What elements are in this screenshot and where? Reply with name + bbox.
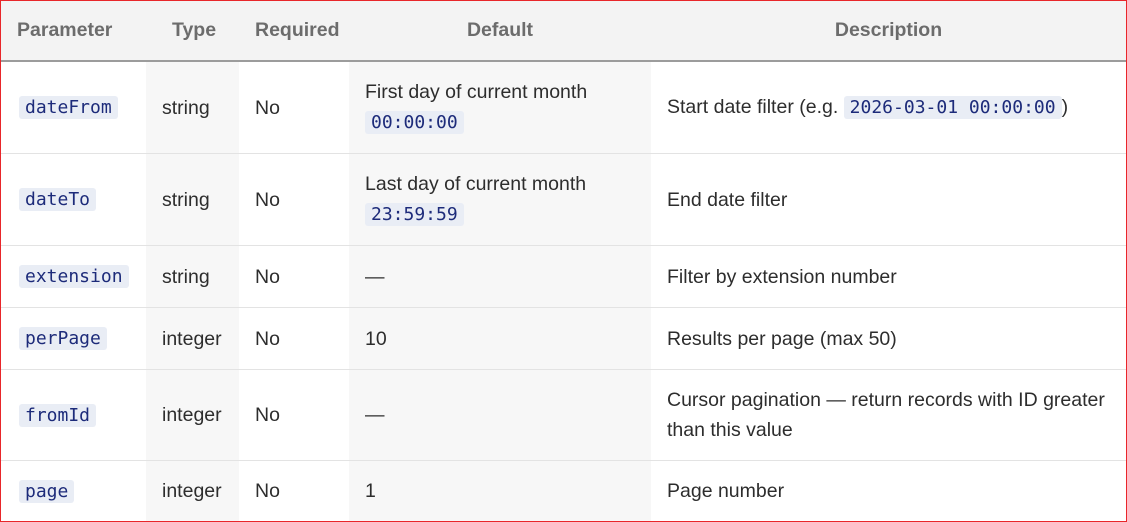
param-name-cell: dateTo [1,153,146,246]
param-type: integer [146,369,239,461]
param-name: dateTo [19,188,97,211]
default-code: 23:59:59 [365,203,464,226]
param-description: Page number [651,460,1126,521]
description-suffix: ) [1061,96,1069,118]
param-default: 10 [349,307,651,370]
column-header-type: Type [146,1,239,62]
default-text: Last day of current month [365,173,587,195]
column-header-default: Default [349,1,651,62]
header-row: Parameter Type Required Default Descript… [1,1,1126,62]
table-row: fromId integer No — Cursor pagination — … [1,369,1126,461]
param-required: No [239,153,349,246]
param-name-cell: page [1,460,146,521]
default-code: 00:00:00 [365,111,464,134]
description-text: Start date filter (e.g. [667,96,839,118]
parameters-table: Parameter Type Required Default Descript… [1,1,1126,521]
param-name: page [19,479,75,503]
param-description: Results per page (max 50) [651,307,1126,370]
table-header: Parameter Type Required Default Descript… [1,1,1126,62]
table-row: dateTo string No Last day of current mon… [1,153,1126,246]
table-body: dateFrom string No First day of current … [1,61,1126,521]
param-required: No [239,460,349,521]
default-text: First day of current month [365,81,588,103]
param-description: Start date filter (e.g. 2026-03-01 00:00… [651,61,1126,154]
param-default: — [349,245,651,308]
table-row: page integer No 1 Page number [1,460,1126,521]
table-row: perPage integer No 10 Results per page (… [1,307,1126,370]
table-row: dateFrom string No First day of current … [1,61,1126,154]
param-default: — [349,369,651,461]
param-name-cell: fromId [1,369,146,461]
column-header-required: Required [239,1,349,62]
param-type: string [146,245,239,308]
param-required: No [239,369,349,461]
param-type: integer [146,460,239,521]
param-name: fromId [19,403,97,427]
param-default: Last day of current month 23:59:59 [349,153,651,246]
param-name-cell: dateFrom [1,61,146,154]
param-type: string [146,61,239,154]
param-description: Filter by extension number [651,245,1126,308]
param-default: First day of current month 00:00:00 [349,61,651,154]
param-name: extension [19,265,129,288]
param-default: 1 [349,460,651,521]
param-required: No [239,307,349,370]
param-required: No [239,61,349,154]
param-name-cell: perPage [1,307,146,370]
parameters-table-frame: Parameter Type Required Default Descript… [0,0,1127,522]
column-header-parameter: Parameter [1,1,146,62]
param-description: Cursor pagination — return records with … [651,369,1126,461]
param-name: dateFrom [19,96,118,119]
param-name-cell: extension [1,245,146,308]
param-description: End date filter [651,153,1126,246]
param-required: No [239,245,349,308]
column-header-description: Description [651,1,1126,62]
table-row: extension string No — Filter by extensio… [1,245,1126,308]
param-type: integer [146,307,239,370]
description-code: 2026-03-01 00:00:00 [843,96,1062,119]
param-name: perPage [19,327,107,350]
param-type: string [146,153,239,246]
